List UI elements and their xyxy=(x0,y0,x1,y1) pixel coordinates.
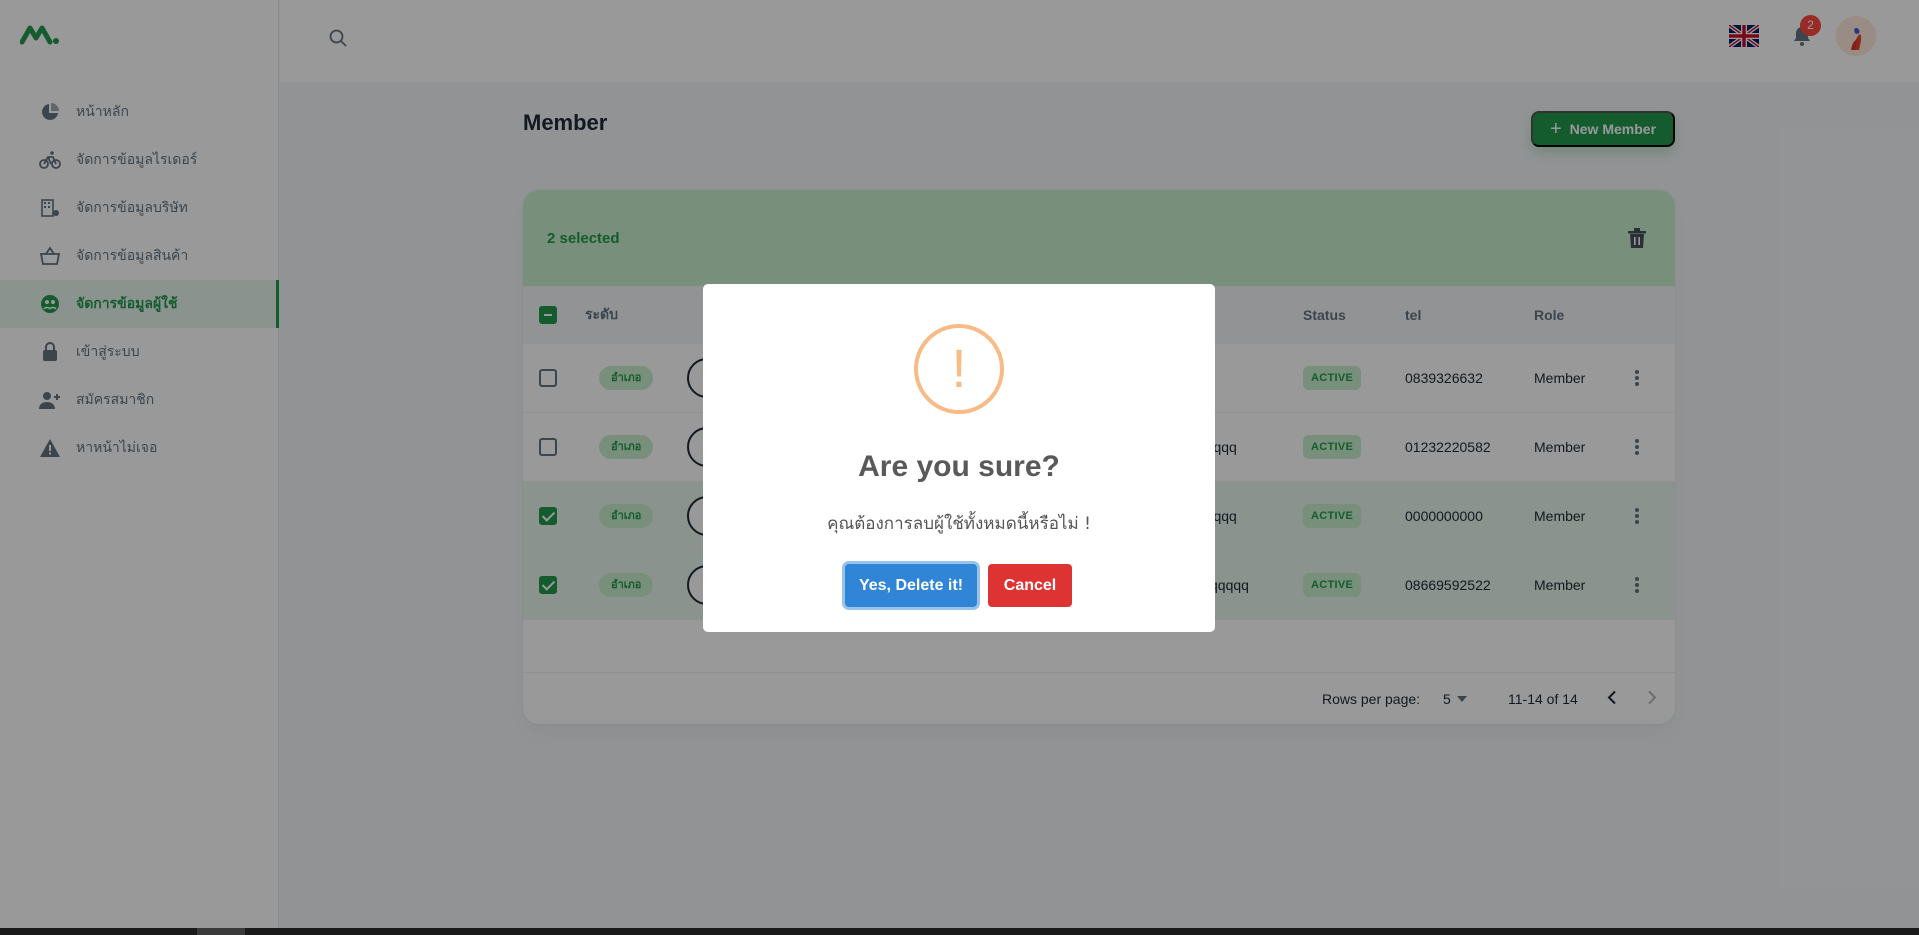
confirm-dialog: ! Are you sure? คุณต้องการลบผู้ใช้ทั้งหม… xyxy=(703,284,1215,632)
taskbar-item[interactable] xyxy=(197,928,245,935)
dialog-title: Are you sure? xyxy=(858,450,1060,483)
taskbar xyxy=(0,928,1919,935)
dialog-message: คุณต้องการลบผู้ใช้ทั้งหมดนี้หรือไม่ ! xyxy=(827,514,1091,534)
warning-icon: ! xyxy=(914,324,1004,414)
cancel-button[interactable]: Cancel xyxy=(988,564,1072,607)
confirm-delete-button[interactable]: Yes, Delete it! xyxy=(845,564,977,607)
